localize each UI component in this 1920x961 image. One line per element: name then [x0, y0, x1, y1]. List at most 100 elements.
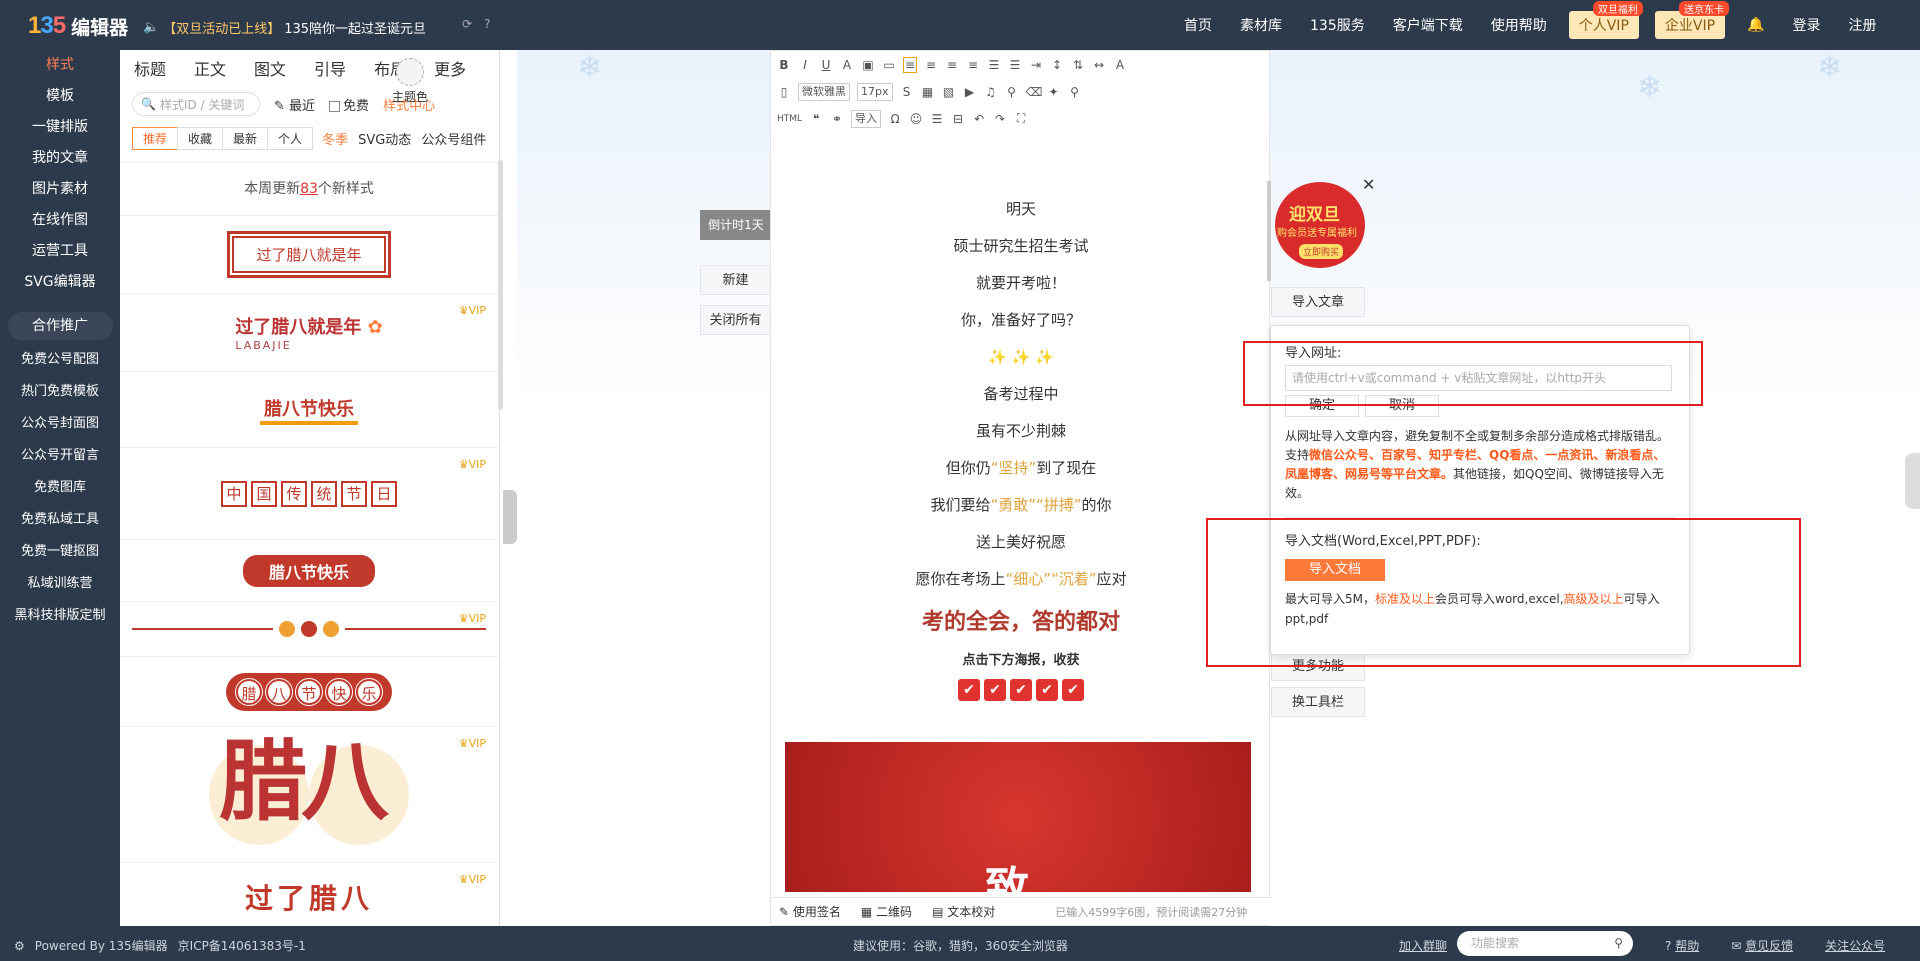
activity-notice[interactable]: 🔈 【双旦活动已上线】 135陪你一起过圣诞元旦 [143, 18, 426, 37]
lnav-secondary-item[interactable]: 私域训练营 [0, 568, 120, 600]
list-icon[interactable]: ☰ [987, 58, 1001, 72]
right-panel-handle[interactable] [1905, 453, 1920, 509]
file-icon[interactable]: ▯ [777, 85, 791, 99]
lnav-tools[interactable]: 运营工具 [0, 236, 120, 267]
icp-link[interactable]: 京ICP备14061383号-1 [178, 937, 306, 954]
style-search-input[interactable]: 🔍 样式ID / 关键词 [132, 92, 260, 116]
clear-icon[interactable]: ⌫ [1026, 85, 1043, 99]
table-icon[interactable]: ▦ [921, 85, 935, 99]
music-icon[interactable]: ♫ [984, 85, 998, 99]
list-number-icon[interactable]: ☰ [1008, 58, 1022, 72]
fullscreen-icon[interactable]: ⛶ [1014, 111, 1028, 126]
filter-recommended[interactable]: 推荐 [132, 126, 179, 150]
tab-guide[interactable]: 引导 [314, 56, 346, 80]
editor-scrollbar[interactable] [1267, 181, 1271, 281]
nav-download[interactable]: 客户端下载 [1393, 15, 1463, 35]
proofread-button[interactable]: ▤ 文本校对 [932, 903, 995, 920]
filter-components[interactable]: 公众号组件 [421, 129, 486, 148]
image-icon[interactable]: ▧ [942, 85, 956, 99]
lnav-styles[interactable]: 样式 [0, 50, 120, 81]
border-icon[interactable]: ▭ [882, 58, 896, 72]
style-card[interactable]: ♛VIP [120, 602, 498, 657]
lnav-secondary-item[interactable]: 免费图库 [0, 472, 120, 504]
omega-icon[interactable]: Ω [888, 112, 902, 126]
font-family-select[interactable]: 微软雅黑 [798, 82, 850, 101]
lnav-secondary-item[interactable]: 公众号封面图 [0, 408, 120, 440]
lnav-onekey[interactable]: 一键排版 [0, 112, 120, 143]
collapse-panel-handle[interactable] [503, 490, 517, 544]
nav-materials[interactable]: 素材库 [1240, 15, 1282, 35]
nav-service[interactable]: 135服务 [1310, 15, 1365, 35]
nav-home[interactable]: 首页 [1184, 15, 1212, 35]
lnav-online-draw[interactable]: 在线作图 [0, 205, 120, 236]
filter-svg[interactable]: SVG动态 [358, 129, 411, 148]
new-button[interactable]: 新建 [700, 265, 771, 295]
link-icon[interactable]: ⚲ [1005, 85, 1019, 99]
switch-toolbar-button[interactable]: 换工具栏 [1271, 687, 1365, 717]
bell-icon[interactable]: 🔔 [1747, 17, 1764, 33]
tab-title[interactable]: 标题 [134, 56, 166, 80]
align-center-icon[interactable]: ≡ [924, 58, 938, 72]
lnav-secondary-item[interactable]: 免费公号配图 [0, 344, 120, 376]
redo-icon[interactable]: ↷ [993, 112, 1007, 126]
lnav-secondary-item[interactable]: 公众号开留言 [0, 440, 120, 472]
italic-icon[interactable]: I [798, 58, 812, 72]
align-left-icon[interactable]: ≡ [903, 56, 917, 73]
close-all-button[interactable]: 关闭所有 [700, 305, 771, 335]
quote-icon[interactable]: ❝ [809, 112, 823, 126]
theme-color-button[interactable]: 主题色 [390, 58, 430, 105]
align-right-icon[interactable]: ≡ [945, 58, 959, 72]
spacing-icon[interactable]: ⇅ [1071, 58, 1085, 72]
signature-button[interactable]: ✎ 使用签名 [779, 903, 841, 920]
close-icon[interactable]: ✕ [1362, 175, 1375, 194]
style-card[interactable]: 腊八节快乐 [120, 540, 498, 602]
filter-latest[interactable]: 最新 [222, 126, 269, 150]
register-link[interactable]: 注册 [1848, 15, 1876, 35]
style-card[interactable]: ♛VIP 中国传统节日 [120, 448, 498, 540]
lnav-secondary-item[interactable]: 黑科技排版定制 [0, 600, 120, 632]
search-icon[interactable]: ⚲ [1068, 85, 1082, 99]
refresh-icon[interactable]: ⟳ [462, 17, 472, 31]
style-card[interactable]: ♛VIP 腊八 [120, 727, 498, 863]
article-content[interactable]: 明天 硕士研究生招生考试 就要开考啦！ 你，准备好了吗？ ✨ ✨ ✨ 备考过程中… [771, 191, 1271, 701]
help-icon[interactable]: ? [484, 17, 490, 31]
filter-favorites[interactable]: 收藏 [177, 126, 224, 150]
font-size-icon[interactable]: A [1113, 58, 1127, 72]
lnav-secondary-item[interactable]: 免费私域工具 [0, 504, 120, 536]
import-article-button[interactable]: 导入文章 [1271, 287, 1365, 317]
logo[interactable]: 135 编辑器 [28, 12, 128, 40]
footer-help-link[interactable]: ? 帮助 [1665, 937, 1699, 954]
style-card[interactable]: 过了腊八就是年 [120, 216, 498, 294]
style-card[interactable]: ♛VIP 过了腊八就是年 ✿ LABAJIE [120, 294, 498, 372]
indent-icon[interactable]: ⇥ [1029, 58, 1043, 72]
tab-image-text[interactable]: 图文 [254, 56, 286, 80]
bold-icon[interactable]: B [777, 58, 791, 72]
join-group-link[interactable]: 加入群聊 [1399, 937, 1447, 954]
lnav-secondary-item[interactable]: 热门免费模板 [0, 376, 120, 408]
html-button[interactable]: HTML [777, 114, 802, 124]
promo-badge[interactable]: 迎双旦 购会员送专属福利 立即购买 [1275, 182, 1371, 268]
poster-image[interactable]: 致 [785, 742, 1251, 892]
magic-icon[interactable]: ✦ [1047, 85, 1061, 99]
list-icon[interactable]: ☰ [930, 112, 944, 126]
video-icon[interactable]: ▶ [963, 85, 977, 99]
align-justify-icon[interactable]: ≡ [966, 58, 980, 72]
nav-help[interactable]: 使用帮助 [1491, 15, 1547, 35]
tab-body[interactable]: 正文 [194, 56, 226, 80]
login-link[interactable]: 登录 [1792, 15, 1820, 35]
lnav-my-articles[interactable]: 我的文章 [0, 143, 120, 174]
underline-icon[interactable]: U [819, 58, 833, 72]
font-color-icon[interactable]: A [840, 58, 854, 72]
follow-link[interactable]: 关注公众号 [1825, 937, 1885, 954]
recent-button[interactable]: ✎ 最近 [274, 95, 315, 114]
lnav-svg[interactable]: SVG编辑器 [0, 267, 120, 298]
function-search-input[interactable]: 功能搜索 ⚲ [1457, 931, 1633, 956]
bg-color-icon[interactable]: ▣ [861, 58, 875, 72]
enterprise-vip-button[interactable]: 企业VIP 送京东卡 [1654, 1, 1730, 39]
filter-personal[interactable]: 个人 [267, 126, 314, 150]
panel-scrollbar[interactable] [498, 160, 503, 410]
undo-icon[interactable]: ↶ [972, 112, 986, 126]
style-card[interactable]: ♛VIP 过了腊八 [120, 863, 498, 926]
personal-vip-button[interactable]: 个人VIP 双旦福利 [1568, 1, 1643, 39]
line-height-icon[interactable]: ↕ [1050, 58, 1064, 72]
